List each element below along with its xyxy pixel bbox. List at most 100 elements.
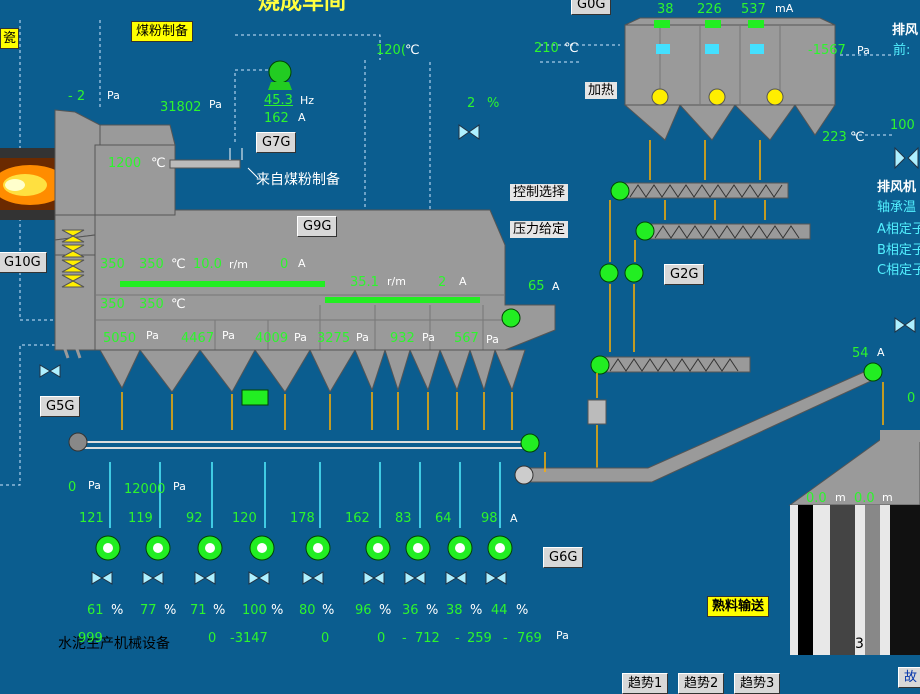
temp-223: 223	[822, 130, 847, 145]
fan-current-8: 64	[435, 511, 452, 526]
pa-unit: Pa	[107, 89, 120, 102]
valve-opening: 2	[467, 96, 476, 111]
pa-unit: Pa	[486, 333, 499, 346]
g6g-button[interactable]: G6G	[543, 547, 584, 568]
dust-value-3: 537	[741, 2, 766, 17]
fan-pressure-12000: 12000	[124, 482, 166, 497]
pa-unit: Pa	[857, 44, 870, 57]
dust-value-1: 38	[657, 2, 674, 17]
fan-opening-8: 38	[446, 603, 463, 618]
fault-button[interactable]: 故	[898, 667, 920, 688]
front-label: 前:	[893, 43, 911, 58]
temp-1200: 1200	[108, 156, 142, 171]
pa-unit: Pa	[294, 331, 307, 344]
fan-pressure-1: 999	[78, 631, 103, 646]
left-edge-button[interactable]: 瓷	[0, 28, 20, 49]
g7g-button[interactable]: G7G	[256, 132, 297, 153]
a-unit: A	[877, 346, 885, 359]
phase-a-label: A相定子	[877, 222, 920, 237]
a-unit: A	[298, 257, 306, 270]
g5g-button[interactable]: G5G	[40, 396, 81, 417]
fan-current: 162	[264, 111, 289, 126]
temp-120: 120(	[376, 43, 406, 58]
bottom-chain-conveyor	[68, 432, 540, 453]
pct-unit: %	[322, 603, 335, 618]
fan-frequency: 45.3	[264, 93, 293, 108]
page-number: 3	[855, 636, 864, 652]
pa-unit: Pa	[422, 331, 435, 344]
cooler-temp-c: 350	[100, 297, 125, 312]
grate-speed-1: 10.0	[193, 257, 222, 272]
coal-prep-button[interactable]: 煤粉制备	[131, 21, 194, 42]
fan-current-3: 92	[186, 511, 203, 526]
right-reading: 0	[907, 391, 916, 406]
elevator-current: 54	[852, 346, 869, 361]
fan-current-1: 121	[79, 511, 104, 526]
trend1-button[interactable]: 趋势1	[622, 673, 669, 694]
bucket-conveyor	[514, 362, 883, 485]
pa-unit: Pa	[146, 329, 159, 342]
chamber-pressure-5: 932	[390, 331, 415, 346]
cooler-temp-b: 350	[139, 257, 164, 272]
pct-unit: %	[379, 603, 392, 618]
motor-current-65: 65	[528, 279, 545, 294]
grate-current-1: 0	[280, 257, 289, 272]
pa-unit: Pa	[173, 480, 186, 493]
fan-pressure-6: 712	[415, 631, 440, 646]
dust-value-2: 226	[697, 2, 722, 17]
trend2-button[interactable]: 趋势2	[678, 673, 725, 694]
fan-pressure-4: 0	[321, 631, 330, 646]
a-unit: A	[459, 275, 467, 288]
control-select-button[interactable]: 控制选择	[510, 184, 569, 201]
fan-pressure-sep-3: -	[503, 631, 508, 646]
pa-unit: Pa	[556, 629, 569, 642]
deg-unit: ℃	[564, 41, 579, 56]
g0g-button[interactable]: G0G	[571, 0, 612, 15]
silo-level-b: 0.0	[854, 491, 875, 506]
fan-current-2: 119	[128, 511, 153, 526]
chamber-pressure-4: 3275	[317, 331, 351, 346]
heat-button[interactable]: 加热	[585, 82, 618, 99]
pct-unit: %	[213, 603, 226, 618]
pressure-set-button[interactable]: 压力给定	[510, 221, 569, 238]
deg-unit: ℃	[171, 297, 186, 312]
pct-unit: %	[164, 603, 177, 618]
fan-pressure-0: 0	[68, 480, 77, 495]
temp-210: 210	[534, 41, 559, 56]
fan-pressure-7: 259	[467, 631, 492, 646]
fan-opening-4: 100	[242, 603, 267, 618]
trend3-button[interactable]: 趋势3	[734, 673, 781, 694]
pct-unit: %	[487, 96, 500, 111]
fan-pressure-sep-1: -	[402, 631, 407, 646]
silo-level-a: 0.0	[806, 491, 827, 506]
cooler-temp-d: 350	[139, 297, 164, 312]
fan-opening-2: 77	[140, 603, 157, 618]
g2g-button[interactable]: G2G	[664, 264, 705, 285]
fan-pressure-8: 769	[517, 631, 542, 646]
g9g-button[interactable]: G9G	[297, 216, 338, 237]
deg-unit: ℃	[151, 156, 166, 171]
deg-unit: ℃	[405, 43, 420, 58]
deg-unit: ℃	[171, 257, 186, 272]
phase-b-label: B相定子	[877, 243, 920, 258]
bag-filter	[623, 17, 836, 141]
grate-speed-2: 35.1	[350, 275, 379, 290]
press-1567: -1567	[808, 43, 846, 58]
deg-unit: ℃	[850, 130, 865, 145]
coal-fan	[268, 60, 292, 90]
cooling-fans	[91, 535, 513, 585]
pct-unit: %	[426, 603, 439, 618]
footer-text: 水泥生产机械设备	[58, 636, 170, 652]
chamber-pressure-3: 4009	[255, 331, 289, 346]
pct-unit: %	[271, 603, 284, 618]
cooler-hoppers	[99, 349, 526, 394]
clinker-transport-button[interactable]: 熟料输送	[707, 596, 770, 617]
fan-opening-5: 80	[299, 603, 316, 618]
chamber-pressure-2: 4467	[181, 331, 215, 346]
pa-unit: Pa	[356, 331, 369, 344]
phase-c-label: C相定子	[877, 263, 920, 278]
pressure-31802: 31802	[160, 100, 202, 115]
hood-pressure: - 2	[68, 89, 86, 104]
g10g-button[interactable]: G10G	[0, 252, 47, 273]
fan-current-6: 162	[345, 511, 370, 526]
